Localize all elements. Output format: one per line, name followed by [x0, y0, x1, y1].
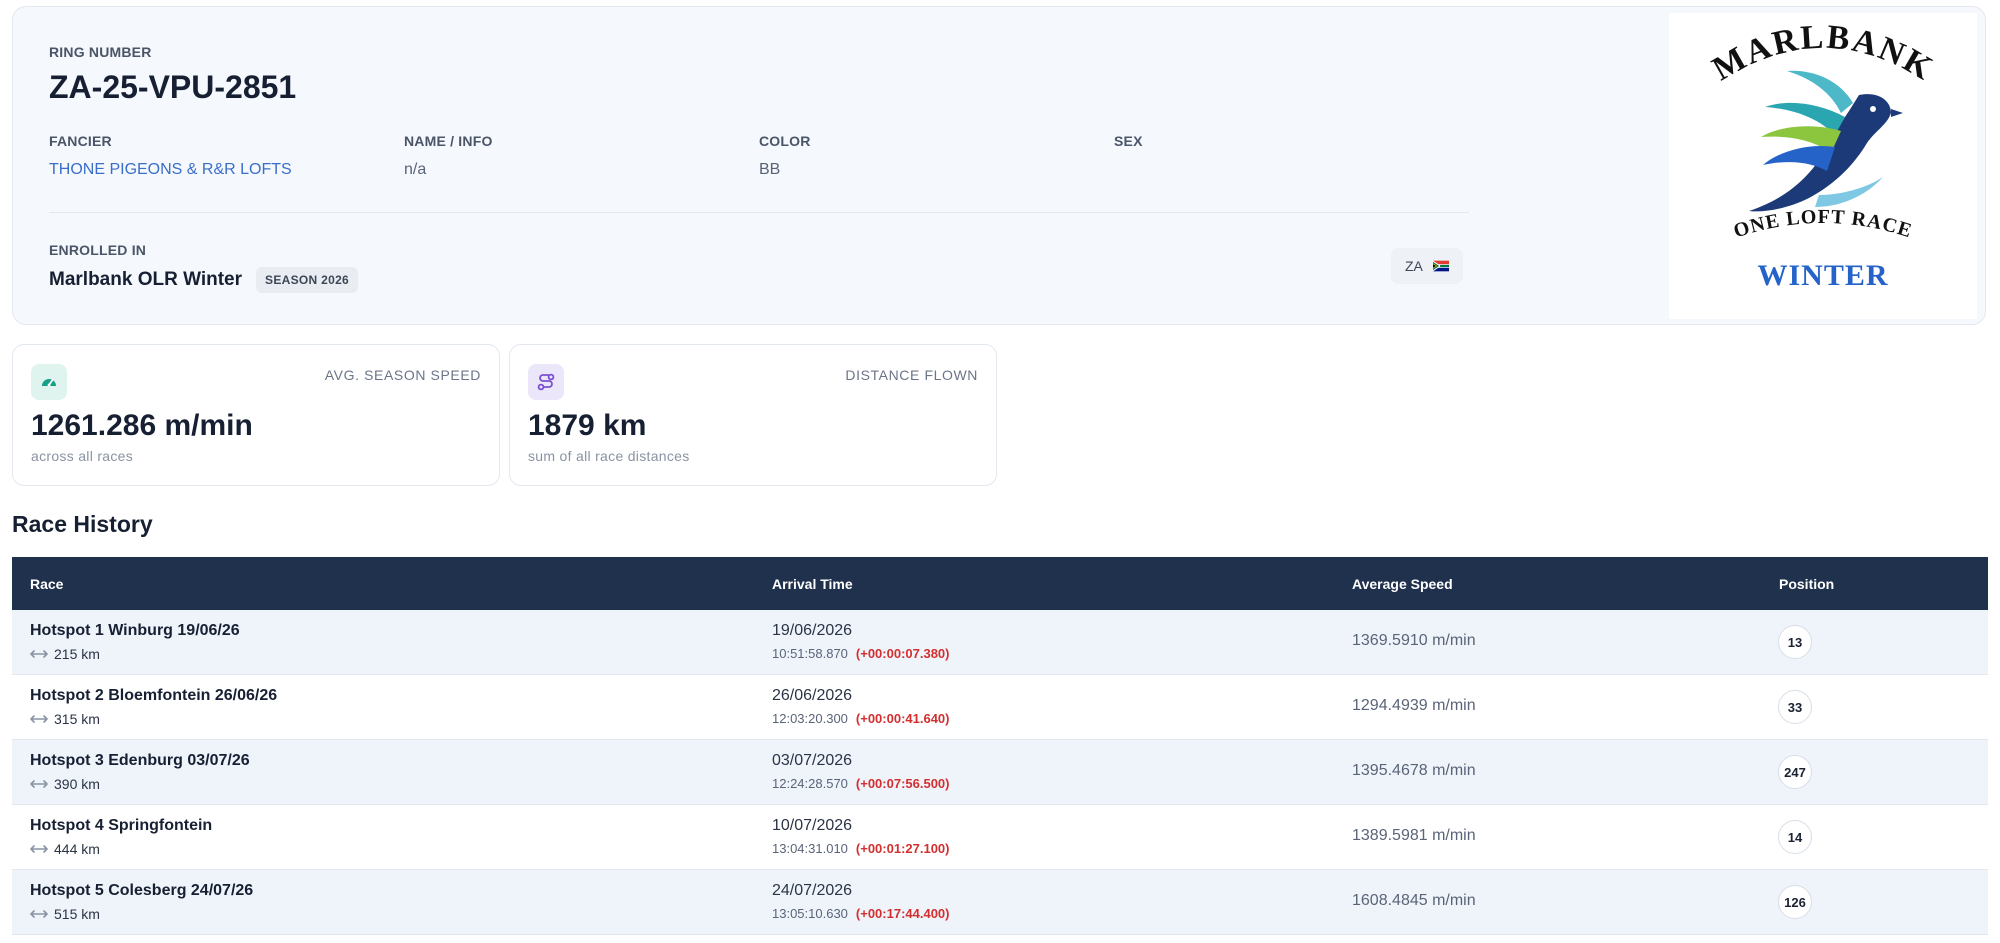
race-name[interactable]: Hotspot 5 Colesberg 24/07/26 [30, 882, 253, 900]
arrival-time: 12:24:28.570 (+00:07:56.500) [772, 776, 950, 791]
race-distance-value: 444 km [54, 841, 100, 857]
average-speed: 1395.4678 m/min [1352, 762, 1476, 779]
avg-speed-title: AVG. SEASON SPEED [324, 367, 481, 383]
table-header: Race Arrival Time Average Speed Position [12, 557, 1988, 610]
table-row[interactable]: Hotspot 4 Springfontein 444 km 10/07/202… [12, 805, 1988, 870]
arrival-date: 10/07/2026 [772, 817, 853, 834]
arrival-date: 24/07/2026 [772, 882, 853, 899]
arrival-clock: 13:05:10.630 [772, 906, 848, 921]
race-distance-value: 315 km [54, 711, 100, 727]
race-distance-value: 390 km [54, 776, 100, 792]
race-history-table: Race Arrival Time Average Speed Position… [12, 557, 1988, 935]
arrival-time: 13:04:31.010 (+00:01:27.100) [772, 841, 950, 856]
logo-middle-text: ONE LOFT RACE [1731, 206, 1915, 242]
ring-number: ZA-25-VPU-2851 [49, 69, 297, 105]
time-behind-winner: (+00:00:41.640) [855, 711, 950, 726]
time-behind-winner: (+00:07:56.500) [855, 776, 950, 791]
column-header-race[interactable]: Race [30, 576, 63, 592]
arrival-clock: 13:04:31.010 [772, 841, 848, 856]
race-name[interactable]: Hotspot 3 Edenburg 03/07/26 [30, 752, 250, 770]
name-info-field: NAME / INFO n/a [404, 133, 493, 179]
svg-text:ONE LOFT RACE: ONE LOFT RACE [1731, 206, 1915, 242]
speedometer-icon [31, 364, 67, 400]
south-africa-flag-icon [1432, 260, 1449, 272]
header-divider [49, 212, 1469, 213]
distance-arrows-icon [30, 910, 48, 918]
distance-flown-subtitle: sum of all race distances [528, 448, 690, 464]
avg-speed-value: 1261.286 m/min [31, 409, 253, 442]
position-badge: 13 [1778, 625, 1812, 659]
table-row[interactable]: Hotspot 1 Winburg 19/06/26 215 km 19/06/… [12, 610, 1988, 675]
name-info-label: NAME / INFO [404, 133, 493, 149]
race-distance: 444 km [30, 841, 100, 857]
country-code: ZA [1405, 258, 1423, 274]
average-speed: 1608.4845 m/min [1352, 892, 1476, 909]
distance-arrows-icon [30, 650, 48, 658]
avg-speed-subtitle: across all races [31, 448, 134, 464]
distance-flown-card: DISTANCE FLOWN 1879 km sum of all race d… [509, 344, 997, 486]
name-info-value: n/a [404, 161, 427, 178]
distance-arrows-icon [30, 780, 48, 788]
fancier-label: FANCIER [49, 133, 112, 149]
column-header-arrival-time[interactable]: Arrival Time [772, 576, 853, 592]
sex-label: SEX [1114, 133, 1143, 149]
table-row[interactable]: Hotspot 3 Edenburg 03/07/26 390 km 03/07… [12, 740, 1988, 805]
color-value: BB [759, 161, 781, 178]
arrival-time: 12:03:20.300 (+00:00:41.640) [772, 711, 950, 726]
arrival-time: 10:51:58.870 (+00:00:07.380) [772, 646, 950, 661]
column-header-position[interactable]: Position [1779, 576, 1834, 592]
position-badge: 14 [1778, 820, 1812, 854]
ring-number-label: RING NUMBER [49, 44, 152, 60]
race-distance-value: 215 km [54, 646, 100, 662]
season-badge: SEASON 2026 [256, 267, 359, 293]
time-behind-winner: (+00:17:44.400) [855, 906, 950, 921]
color-label: COLOR [759, 133, 811, 149]
logo-bottom-text: WINTER [1757, 259, 1888, 292]
distance-flown-value: 1879 km [528, 409, 647, 442]
distance-arrows-icon [30, 845, 48, 853]
average-speed: 1369.5910 m/min [1352, 632, 1476, 649]
position-badge: 33 [1778, 690, 1812, 724]
country-chip: ZA [1391, 248, 1463, 284]
marlbank-logo-graphic: MARLBANK ONE LOFT RACE WINTER [1706, 19, 1938, 292]
arrival-clock: 12:03:20.300 [772, 711, 848, 726]
average-speed: 1389.5981 m/min [1352, 827, 1476, 844]
race-name[interactable]: Hotspot 1 Winburg 19/06/26 [30, 622, 240, 640]
route-icon [528, 364, 564, 400]
race-distance: 390 km [30, 776, 100, 792]
arrival-time: 13:05:10.630 (+00:17:44.400) [772, 906, 950, 921]
distance-arrows-icon [30, 715, 48, 723]
position-badge: 247 [1778, 755, 1812, 789]
marlbank-logo: MARLBANK ONE LOFT RACE WINTER [1669, 13, 1977, 319]
pigeon-header-card: RING NUMBER ZA-25-VPU-2851 FANCIER THONE… [12, 6, 1986, 325]
time-behind-winner: (+00:01:27.100) [855, 841, 950, 856]
arrival-date: 03/07/2026 [772, 752, 853, 769]
average-speed: 1294.4939 m/min [1352, 697, 1476, 714]
enrolled-race-name[interactable]: Marlbank OLR Winter [49, 269, 242, 291]
sex-field: SEX [1114, 133, 1143, 161]
race-name[interactable]: Hotspot 4 Springfontein [30, 817, 212, 835]
race-history-title: Race History [12, 511, 153, 537]
fancier-link[interactable]: THONE PIGEONS & R&R LOFTS [49, 161, 292, 179]
avg-speed-card: AVG. SEASON SPEED 1261.286 m/min across … [12, 344, 500, 486]
table-row[interactable]: Hotspot 5 Colesberg 24/07/26 515 km 24/0… [12, 870, 1988, 935]
enrolled-row: Marlbank OLR Winter SEASON 2026 [49, 267, 359, 293]
arrival-clock: 12:24:28.570 [772, 776, 848, 791]
fancier-field: FANCIER THONE PIGEONS & R&R LOFTS [49, 133, 292, 179]
color-field: COLOR BB [759, 133, 811, 179]
race-distance-value: 515 km [54, 906, 100, 922]
enrolled-label: ENROLLED IN [49, 242, 147, 258]
position-badge: 126 [1778, 885, 1812, 919]
column-header-average-speed[interactable]: Average Speed [1352, 576, 1453, 592]
race-name[interactable]: Hotspot 2 Bloemfontein 26/06/26 [30, 687, 277, 705]
arrival-date: 26/06/2026 [772, 687, 853, 704]
race-distance: 315 km [30, 711, 100, 727]
race-distance: 515 km [30, 906, 100, 922]
table-row[interactable]: Hotspot 2 Bloemfontein 26/06/26 315 km 2… [12, 675, 1988, 740]
distance-flown-title: DISTANCE FLOWN [845, 367, 978, 383]
race-distance: 215 km [30, 646, 100, 662]
time-behind-winner: (+00:00:07.380) [855, 646, 950, 661]
arrival-date: 19/06/2026 [772, 622, 853, 639]
arrival-clock: 10:51:58.870 [772, 646, 848, 661]
